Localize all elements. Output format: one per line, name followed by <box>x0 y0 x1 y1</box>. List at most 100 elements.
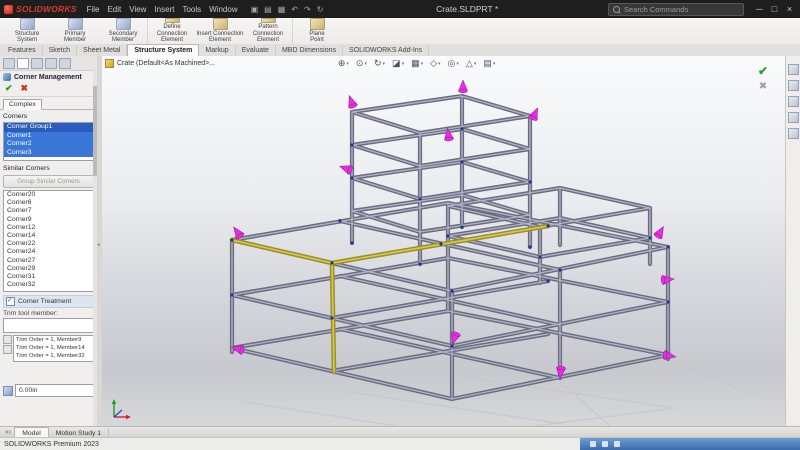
configurationmanager-tab[interactable] <box>31 58 43 69</box>
corner-list-item[interactable]: Corner1 <box>4 132 93 141</box>
similar-corner-item[interactable]: Corner32 <box>4 281 93 289</box>
confirm-ok-icon[interactable]: ✔ <box>758 64 768 78</box>
window-controls: ─□× <box>752 4 800 14</box>
menu-item[interactable]: Tools <box>178 5 205 14</box>
zoom-fit-icon[interactable]: ⊕▾ <box>338 58 349 69</box>
breadcrumb[interactable]: Crate (Default<As Machined>... <box>105 59 215 68</box>
similar-corner-item[interactable]: Corner7 <box>4 207 93 215</box>
menu-item[interactable]: Edit <box>103 5 125 14</box>
trim-order-item[interactable]: Trim Order = 1, Member9 <box>14 336 93 344</box>
ribbon-button-icon <box>310 18 325 30</box>
dimxpertmanager-tab[interactable] <box>45 58 57 69</box>
minimize-button[interactable]: ─ <box>752 4 767 14</box>
menu-item[interactable]: Window <box>205 5 241 14</box>
corner-list-item[interactable]: Corner2 <box>4 140 93 149</box>
status-icon-3[interactable] <box>614 441 620 447</box>
new-document-icon[interactable]: ▣ <box>248 5 262 14</box>
tab-features[interactable]: Features <box>2 45 43 56</box>
corner-list-item[interactable]: Corner3 <box>4 149 93 158</box>
scene-icon[interactable]: ▤▾ <box>483 58 495 69</box>
corner-management-icon <box>3 73 11 81</box>
define-connection-element-button[interactable]: Define ConnectionElement <box>147 18 196 44</box>
similar-corner-item[interactable]: Corner27 <box>4 257 93 265</box>
trim-order-item[interactable]: Trim Order = 1, Member32 <box>14 352 93 360</box>
tab-markup[interactable]: Markup <box>199 45 235 56</box>
group-similar-corners-button[interactable]: Group Similar Corners <box>3 175 94 188</box>
cancel-button[interactable]: ✖ <box>21 83 29 94</box>
trim-order-item[interactable]: Trim Order = 1, Member14 <box>14 344 93 352</box>
trim-order-down-button[interactable] <box>3 345 12 354</box>
structure-system-button[interactable]: StructureSystem <box>3 18 51 44</box>
trim-order-listbox[interactable]: Trim Order = 1, Member9Trim Order = 1, M… <box>13 335 94 362</box>
pattern-connection-element-button[interactable]: Pattern ConnectionElement <box>244 18 292 44</box>
plane-point-button[interactable]: PlanePoint <box>292 18 341 44</box>
similar-corner-item[interactable]: Corner20 <box>4 191 93 199</box>
chevron-down-icon: ▾ <box>364 61 367 67</box>
chevron-down-icon: ▾ <box>474 61 477 67</box>
menu-item[interactable]: View <box>125 5 150 14</box>
complex-mode-tab[interactable]: Complex <box>3 99 42 110</box>
propertymanager-tab[interactable] <box>17 58 29 69</box>
zoom-area-icon[interactable]: ⊙▾ <box>356 58 367 69</box>
graphics-viewport[interactable]: Crate (Default<As Machined>... ⊕▾ ⊙▾ ↻▾ … <box>102 56 786 427</box>
secondary-member-button[interactable]: SecondaryMember <box>99 18 147 44</box>
ok-button[interactable]: ✔ <box>5 83 13 94</box>
similar-corner-item[interactable]: Corner6 <box>4 199 93 207</box>
rebuild-icon[interactable]: ↻ <box>314 5 327 14</box>
similar-corner-item[interactable]: Corner24 <box>4 248 93 256</box>
offset-value-field[interactable]: 0.00in <box>15 384 94 397</box>
rotate-view-icon[interactable]: ↻▾ <box>374 58 385 69</box>
maximize-button[interactable]: □ <box>767 4 782 14</box>
trim-order-up-button[interactable] <box>3 335 12 344</box>
hide-show-icon[interactable]: ◎▾ <box>448 58 459 69</box>
status-icon-2[interactable] <box>602 441 608 447</box>
menu-item[interactable]: File <box>83 5 104 14</box>
tab-sheet-metal[interactable]: Sheet Metal <box>77 45 127 56</box>
section-view-icon[interactable]: ◪▾ <box>392 58 404 69</box>
offset-distance-icon <box>3 386 13 396</box>
similar-corner-item[interactable]: Corner22 <box>4 240 93 248</box>
3d-model-canvas[interactable] <box>102 56 786 427</box>
tab-sketch[interactable]: Sketch <box>43 45 77 56</box>
tab-scroll-arrows[interactable]: «‹ <box>2 429 14 436</box>
confirm-cancel-icon[interactable]: ✖ <box>759 81 767 92</box>
menu-bar: FileEditViewInsertToolsWindow <box>83 5 242 14</box>
search-commands-box[interactable]: Search Commands <box>608 3 744 16</box>
menu-item[interactable]: Insert <box>150 5 178 14</box>
similar-corner-item[interactable]: Corner12 <box>4 224 93 232</box>
primary-member-button[interactable]: PrimaryMember <box>51 18 99 44</box>
solidworks-logo: SOLIDWORKS <box>0 4 83 14</box>
corners-listbox[interactable]: Corner Group1Corner1Corner2Corner3 <box>3 122 94 161</box>
corner-treatment-checkbox[interactable] <box>6 297 15 306</box>
search-icon <box>613 6 620 13</box>
insert-connection-element-button[interactable]: Insert ConnectionElement <box>196 18 244 44</box>
appearances-icon[interactable] <box>788 112 799 123</box>
similar-corner-item[interactable]: Corner31 <box>4 273 93 281</box>
view-orientation-icon[interactable]: ▦▾ <box>411 58 423 69</box>
similar-corner-item[interactable]: Corner9 <box>4 216 93 224</box>
design-library-icon[interactable] <box>788 80 799 91</box>
redo-icon[interactable]: ↷ <box>301 5 314 14</box>
tab-structure-system[interactable]: Structure System <box>127 44 199 56</box>
tab-solidworks-add-ins[interactable]: SOLIDWORKS Add-Ins <box>343 45 429 56</box>
corner-list-item[interactable]: Corner Group1 <box>4 123 93 132</box>
custom-properties-icon[interactable] <box>788 128 799 139</box>
file-explorer-icon[interactable] <box>788 96 799 107</box>
trim-tool-member-box[interactable] <box>3 318 94 333</box>
close-button[interactable]: × <box>782 4 797 14</box>
resources-icon[interactable] <box>788 64 799 75</box>
status-icon-1[interactable] <box>590 441 596 447</box>
similar-corner-item[interactable]: Corner29 <box>4 265 93 273</box>
open-document-icon[interactable]: ▤ <box>261 5 275 14</box>
display-style-icon[interactable]: ◇▾ <box>430 58 440 69</box>
displaymanager-tab[interactable] <box>59 58 71 69</box>
tab-evaluate[interactable]: Evaluate <box>236 45 276 56</box>
undo-icon[interactable]: ↶ <box>288 5 301 14</box>
ribbon-button-icon <box>261 18 276 23</box>
similar-corners-listbox[interactable]: Corner20Corner6Corner7Corner9Corner12Cor… <box>3 190 94 292</box>
appearance-icon[interactable]: △▾ <box>466 58 476 69</box>
featuremanager-tree-tab[interactable] <box>3 58 15 69</box>
save-icon[interactable]: ▦ <box>275 5 289 14</box>
tab-mbd-dimensions[interactable]: MBD Dimensions <box>276 45 343 56</box>
similar-corner-item[interactable]: Corner14 <box>4 232 93 240</box>
